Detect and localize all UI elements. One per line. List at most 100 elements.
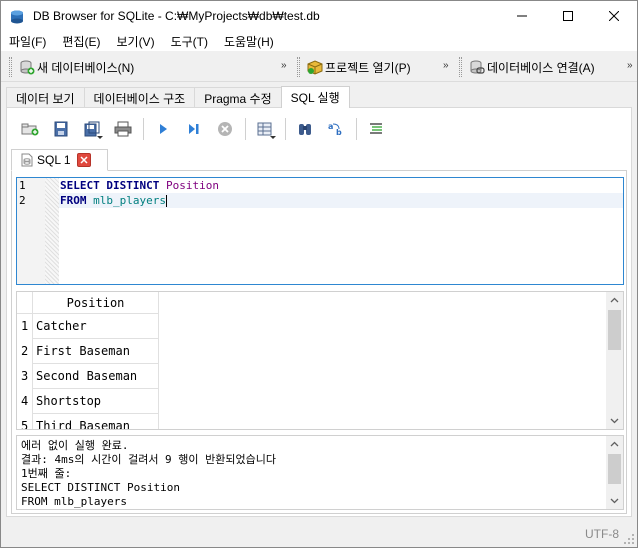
open-project-button[interactable]: 프로젝트 열기(P)	[304, 56, 414, 78]
log-line: SELECT DISTINCT Position	[21, 481, 180, 494]
sql-tab-content: 1 2 SELECT DISTINCT Position FROM mlb_pl…	[11, 170, 627, 514]
sql-editor-tab[interactable]: SQL 1	[11, 149, 108, 171]
fold-margin[interactable]	[45, 178, 59, 284]
row-header[interactable]: 4	[17, 389, 33, 414]
menu-edit[interactable]: 편집(E)	[54, 31, 108, 51]
table-row[interactable]: 3 Second Baseman	[17, 364, 159, 389]
maximize-icon	[563, 11, 573, 21]
scroll-up-icon[interactable]	[610, 296, 619, 305]
toolbar-separator	[285, 118, 286, 140]
table-row[interactable]: 2 First Baseman	[17, 339, 159, 364]
scrollbar-thumb[interactable]	[608, 454, 621, 484]
binoculars-icon	[299, 124, 311, 135]
code-area[interactable]: SELECT DISTINCT Position FROM mlb_player…	[59, 178, 623, 284]
attach-database-label: 데이터베이스 연결(A)	[487, 60, 595, 75]
table-cell[interactable]: Third Baseman	[33, 414, 159, 429]
menu-help[interactable]: 도움말(H)	[216, 31, 282, 51]
toolbar-overflow-button[interactable]: »	[627, 60, 633, 71]
new-database-button[interactable]: 새 데이터베이스(N)	[16, 56, 137, 78]
line-number: 2	[19, 194, 26, 207]
menu-file[interactable]: 파일(F)	[1, 31, 54, 51]
sql-table-name: mlb_players	[93, 194, 166, 207]
find-button[interactable]	[292, 116, 318, 142]
toolbar-grip[interactable]	[9, 57, 12, 77]
new-database-label: 새 데이터베이스(N)	[37, 60, 135, 75]
tab-edit-pragmas[interactable]: Pragma 수정	[194, 87, 282, 108]
save-file-icon	[84, 121, 100, 137]
dropdown-arrow-icon	[270, 136, 276, 139]
open-project-label: 프로젝트 열기(P)	[325, 60, 411, 75]
sql-file-icon	[21, 153, 33, 167]
save-sql-file-button[interactable]	[79, 116, 105, 142]
stop-execution-button[interactable]	[212, 116, 238, 142]
message-log[interactable]: 에러 없이 실행 완료. 결과: 4ms의 시간이 걸려서 9 행이 반환되었습…	[16, 435, 624, 510]
play-icon	[160, 124, 167, 134]
row-header[interactable]: 1	[17, 314, 33, 339]
log-scrollbar[interactable]	[606, 436, 623, 509]
tab-database-structure[interactable]: 데이터베이스 구조	[83, 87, 196, 108]
row-header[interactable]: 5	[17, 414, 33, 429]
log-line: 에러 없이 실행 완료.	[21, 439, 129, 452]
code-line-current[interactable]: FROM mlb_players	[59, 193, 623, 208]
log-line: 1번째 줄:	[21, 467, 72, 480]
open-tab-button[interactable]	[17, 116, 43, 142]
open-file-icon	[54, 121, 68, 137]
tab-execute-sql[interactable]: SQL 실행	[280, 86, 350, 108]
row-header[interactable]: 2	[17, 339, 33, 364]
scroll-down-icon[interactable]	[610, 416, 619, 425]
column-header-position[interactable]: Position	[33, 292, 159, 314]
table-row[interactable]: 4 Shortstop	[17, 389, 159, 414]
stop-icon	[218, 122, 232, 136]
table-cell[interactable]: Second Baseman	[33, 364, 159, 389]
grid-corner[interactable]	[17, 292, 33, 314]
attach-database-icon	[470, 60, 485, 74]
scroll-up-icon[interactable]	[610, 440, 619, 449]
execute-all-button[interactable]	[150, 116, 176, 142]
scroll-down-icon[interactable]	[610, 496, 619, 505]
code-line[interactable]: SELECT DISTINCT Position	[59, 178, 623, 193]
log-text: 에러 없이 실행 완료. 결과: 4ms의 시간이 걸려서 9 행이 반환되었습…	[17, 439, 606, 509]
execute-current-line-button[interactable]	[181, 116, 207, 142]
minimize-button[interactable]	[499, 1, 545, 31]
find-replace-button[interactable]: a b	[323, 116, 349, 142]
results-grid[interactable]: Position 1 Catcher 2 First Baseman 3 Sec…	[16, 291, 624, 430]
encoding-label: UTF-8	[585, 527, 619, 541]
table-row[interactable]: 1 Catcher	[17, 314, 159, 339]
toolbar-overflow-button[interactable]: »	[281, 60, 287, 71]
menu-bar: 파일(F) 편집(E) 보기(V) 도구(T) 도움말(H)	[1, 31, 637, 51]
tab-browse-data[interactable]: 데이터 보기	[6, 87, 85, 108]
scrollbar-thumb[interactable]	[608, 310, 621, 350]
open-sql-file-button[interactable]	[48, 116, 74, 142]
table-row[interactable]: 5 Third Baseman	[17, 414, 159, 429]
resize-grip-icon[interactable]	[623, 533, 635, 545]
table-cell[interactable]: Catcher	[33, 314, 159, 339]
menu-tools[interactable]: 도구(T)	[163, 31, 216, 51]
maximize-button[interactable]	[545, 1, 591, 31]
menu-view[interactable]: 보기(V)	[108, 31, 162, 51]
close-tab-button[interactable]	[76, 153, 91, 167]
save-results-button[interactable]	[252, 116, 278, 142]
toolbar-separator	[245, 118, 246, 140]
title-bar[interactable]: DB Browser for SQLite - C:₩MyProjects₩db…	[1, 1, 637, 31]
toolbar-overflow-button[interactable]: »	[443, 60, 449, 71]
list-icon	[370, 123, 382, 134]
table-cell[interactable]: Shortstop	[33, 389, 159, 414]
row-header[interactable]: 3	[17, 364, 33, 389]
table-cell[interactable]: First Baseman	[33, 339, 159, 364]
sql-editor[interactable]: 1 2 SELECT DISTINCT Position FROM mlb_pl…	[16, 177, 624, 285]
open-project-icon	[307, 60, 323, 75]
close-icon	[609, 11, 619, 21]
open-tab-icon	[21, 123, 39, 136]
toolbar-grip[interactable]	[459, 57, 462, 77]
comment-lines-button[interactable]	[363, 116, 389, 142]
toolbar-grip[interactable]	[297, 57, 300, 77]
sql-tab-label: SQL 1	[37, 153, 71, 167]
attach-database-button[interactable]: 데이터베이스 연결(A)	[466, 56, 598, 78]
results-scrollbar[interactable]	[606, 292, 623, 429]
app-icon	[11, 10, 23, 24]
close-button[interactable]	[591, 1, 637, 31]
print-button[interactable]	[110, 116, 136, 142]
play-line-icon	[189, 124, 199, 134]
svg-text:a: a	[328, 122, 333, 131]
main-toolbar: 새 데이터베이스(N) » 프로젝트 열기(P) » 데이터베이스 연결(A) …	[1, 52, 637, 82]
